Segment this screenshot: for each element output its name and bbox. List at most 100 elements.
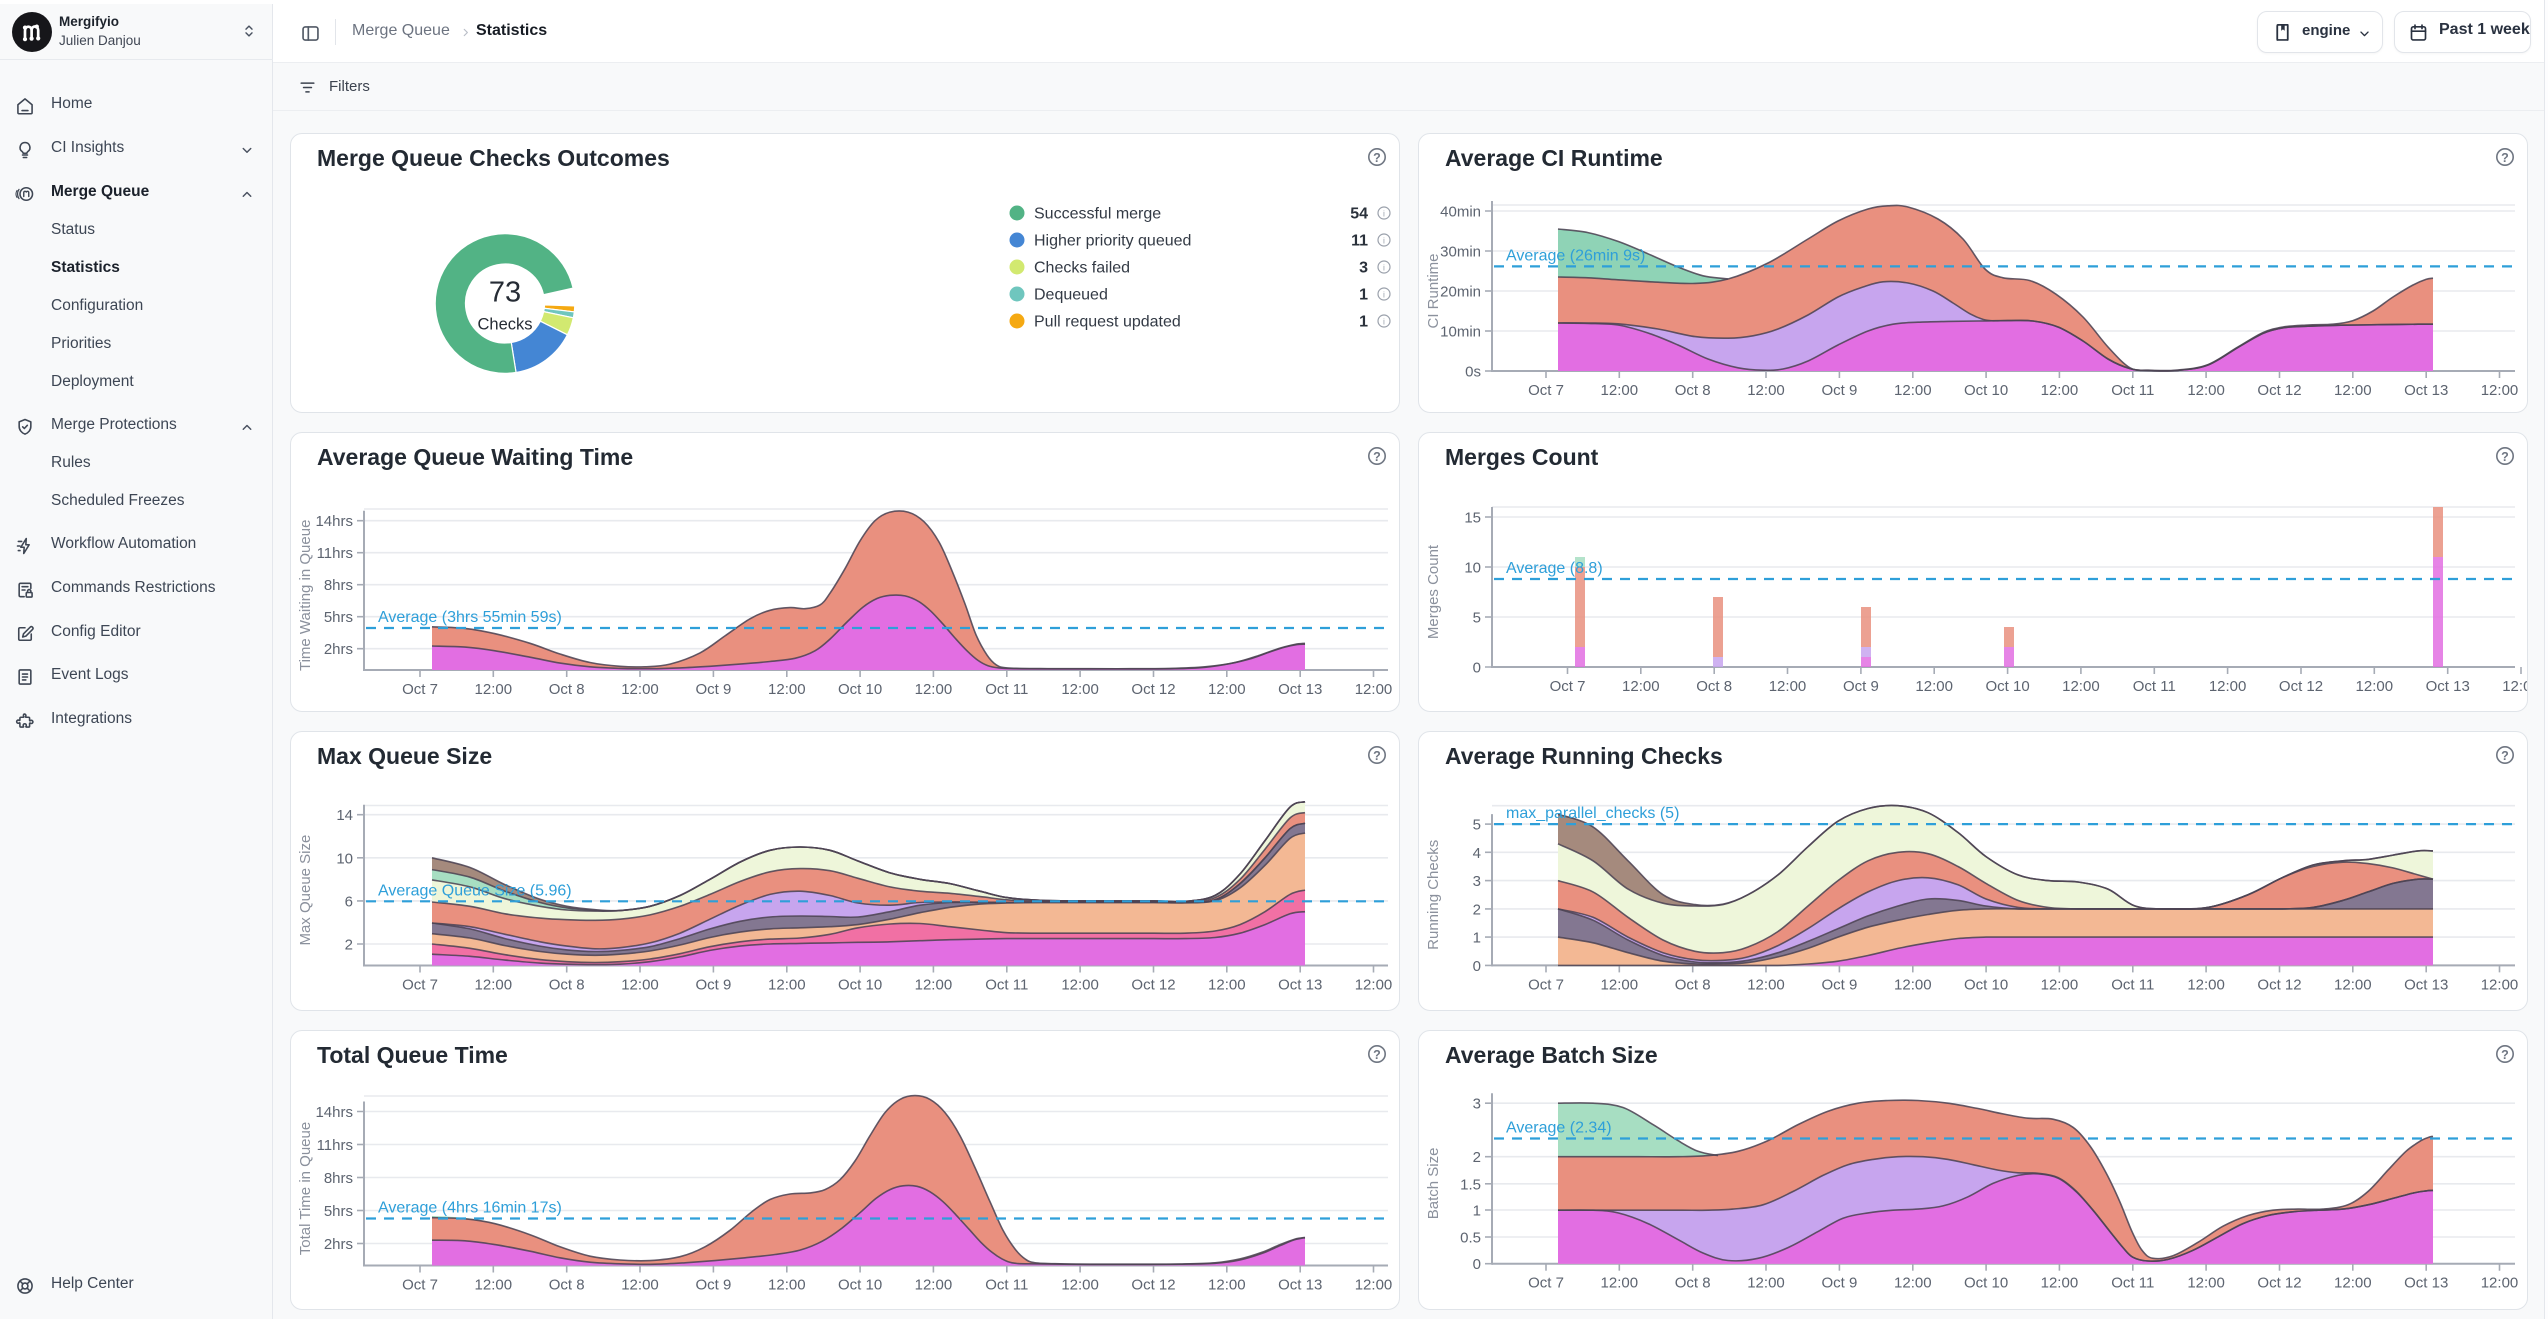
svg-text:i: i xyxy=(1383,236,1385,246)
svg-text:Time Waiting in Queue: Time Waiting in Queue xyxy=(297,520,314,671)
svg-text:12:00: 12:00 xyxy=(2187,1275,2225,1292)
svg-text:12:00: 12:00 xyxy=(2041,1275,2079,1292)
svg-text:12:00: 12:00 xyxy=(621,681,659,698)
svg-text:8hrs: 8hrs xyxy=(324,577,353,594)
svg-text:Oct 8: Oct 8 xyxy=(1675,382,1711,399)
svg-text:30min: 30min xyxy=(1440,244,1481,261)
svg-text:4: 4 xyxy=(1473,845,1481,862)
svg-text:Oct 9: Oct 9 xyxy=(1821,1275,1857,1292)
svg-text:12:00: 12:00 xyxy=(1894,382,1932,399)
svg-text:Oct 11: Oct 11 xyxy=(2111,976,2154,993)
svg-text:Oct 7: Oct 7 xyxy=(1528,976,1564,993)
svg-text:12:00: 12:00 xyxy=(1061,681,1099,698)
svg-text:2hrs: 2hrs xyxy=(324,1236,353,1253)
svg-text:i: i xyxy=(1383,290,1385,300)
svg-text:12:00: 12:00 xyxy=(1208,1277,1246,1294)
svg-text:12:00: 12:00 xyxy=(1915,678,1953,695)
svg-text:Oct 8: Oct 8 xyxy=(549,977,585,994)
svg-text:Oct 9: Oct 9 xyxy=(1843,678,1879,695)
svg-text:3: 3 xyxy=(1473,1096,1481,1113)
svg-text:5: 5 xyxy=(1473,817,1481,834)
svg-text:Oct 12: Oct 12 xyxy=(1131,1277,1175,1294)
svg-text:12:00: 12:00 xyxy=(2041,976,2079,993)
svg-text:?: ? xyxy=(1373,1048,1381,1062)
svg-text:Oct 11: Oct 11 xyxy=(985,681,1028,698)
svg-text:Oct 9: Oct 9 xyxy=(1821,382,1857,399)
svg-text:Oct 9: Oct 9 xyxy=(695,977,731,994)
svg-text:?: ? xyxy=(1373,749,1381,763)
svg-text:14hrs: 14hrs xyxy=(315,513,353,530)
svg-text:12:00: 12:00 xyxy=(768,1277,806,1294)
svg-text:12:00: 12:00 xyxy=(2481,382,2519,399)
svg-text:20min: 20min xyxy=(1440,284,1481,301)
svg-text:2: 2 xyxy=(1473,901,1481,918)
svg-text:12:00: 12:00 xyxy=(2334,382,2372,399)
svg-text:12:00: 12:00 xyxy=(2209,678,2247,695)
svg-text:Dequeued: Dequeued xyxy=(1034,287,1108,304)
svg-text:Oct 12: Oct 12 xyxy=(2257,382,2301,399)
svg-text:14: 14 xyxy=(336,807,353,824)
svg-text:Oct 13: Oct 13 xyxy=(2404,976,2448,993)
svg-text:Average CI Runtime: Average CI Runtime xyxy=(1445,145,1663,171)
svg-text:Oct 12: Oct 12 xyxy=(2257,1275,2301,1292)
svg-text:0s: 0s xyxy=(1465,364,1481,381)
svg-text:Oct 11: Oct 11 xyxy=(2111,1275,2154,1292)
svg-text:12:00: 12:00 xyxy=(1601,976,1639,993)
svg-text:12:00: 12:00 xyxy=(2481,976,2519,993)
svg-text:40min: 40min xyxy=(1440,204,1481,221)
svg-text:Oct 9: Oct 9 xyxy=(695,1277,731,1294)
svg-text:Oct 9: Oct 9 xyxy=(695,681,731,698)
svg-text:Oct 7: Oct 7 xyxy=(402,681,438,698)
svg-text:?: ? xyxy=(2501,151,2509,165)
svg-text:12:00: 12:00 xyxy=(621,1277,659,1294)
svg-text:Average (4hrs 16min 17s): Average (4hrs 16min 17s) xyxy=(378,1200,562,1217)
svg-text:Oct 10: Oct 10 xyxy=(838,681,882,698)
svg-text:Batch Size: Batch Size xyxy=(1425,1148,1442,1220)
svg-text:12:00: 12:00 xyxy=(1894,976,1932,993)
svg-text:12:00: 12:00 xyxy=(621,977,659,994)
svg-text:Max Queue Size: Max Queue Size xyxy=(317,743,492,769)
svg-text:1.5: 1.5 xyxy=(1460,1176,1481,1193)
svg-text:12:00: 12:00 xyxy=(2187,382,2225,399)
svg-text:Oct 8: Oct 8 xyxy=(549,1277,585,1294)
svg-text:12:00: 12:00 xyxy=(475,977,513,994)
svg-text:1: 1 xyxy=(1359,314,1368,331)
svg-text:?: ? xyxy=(1373,151,1381,165)
svg-text:12:00: 12:00 xyxy=(475,1277,513,1294)
svg-text:5: 5 xyxy=(1473,610,1481,627)
svg-text:Pull request updated: Pull request updated xyxy=(1034,314,1181,331)
svg-text:CI Runtime: CI Runtime xyxy=(1425,253,1442,328)
svg-text:12:00: 12:00 xyxy=(1061,977,1099,994)
svg-text:12:00: 12:00 xyxy=(475,681,513,698)
svg-text:Oct 10: Oct 10 xyxy=(1986,678,2030,695)
svg-text:5hrs: 5hrs xyxy=(324,1203,353,1220)
svg-text:Higher priority queued: Higher priority queued xyxy=(1034,233,1191,250)
svg-text:5hrs: 5hrs xyxy=(324,609,353,626)
svg-text:8hrs: 8hrs xyxy=(324,1170,353,1187)
svg-text:12:00: 12:00 xyxy=(915,681,953,698)
svg-text:Merge Queue Checks Outcomes: Merge Queue Checks Outcomes xyxy=(317,145,670,171)
svg-text:14hrs: 14hrs xyxy=(315,1104,353,1121)
svg-text:0: 0 xyxy=(1473,660,1481,677)
svg-text:3: 3 xyxy=(1473,873,1481,890)
svg-text:Oct 8: Oct 8 xyxy=(1696,678,1732,695)
svg-text:Oct 13: Oct 13 xyxy=(2404,1275,2448,1292)
svg-text:12:00: 12:00 xyxy=(1601,382,1639,399)
svg-text:12:00: 12:00 xyxy=(1747,382,1785,399)
svg-text:73: 73 xyxy=(489,277,521,309)
svg-text:0.5: 0.5 xyxy=(1460,1230,1481,1247)
svg-text:Oct 13: Oct 13 xyxy=(2404,382,2448,399)
svg-text:Max Queue Size: Max Queue Size xyxy=(297,835,314,946)
svg-text:Oct 13: Oct 13 xyxy=(1278,681,1322,698)
svg-text:12:00: 12:00 xyxy=(2041,382,2079,399)
svg-text:Average Queue Size (5.96): Average Queue Size (5.96) xyxy=(378,882,572,899)
svg-text:Oct 12: Oct 12 xyxy=(1131,681,1175,698)
svg-text:Oct 10: Oct 10 xyxy=(1964,382,2008,399)
svg-text:12:00: 12:00 xyxy=(2187,976,2225,993)
svg-text:Oct 9: Oct 9 xyxy=(1821,976,1857,993)
svg-text:2hrs: 2hrs xyxy=(324,641,353,658)
svg-text:12:00: 12:00 xyxy=(1769,678,1807,695)
svg-text:?: ? xyxy=(2501,450,2509,464)
svg-text:12:00: 12:00 xyxy=(2481,1275,2519,1292)
svg-text:12:00: 12:00 xyxy=(1355,681,1393,698)
